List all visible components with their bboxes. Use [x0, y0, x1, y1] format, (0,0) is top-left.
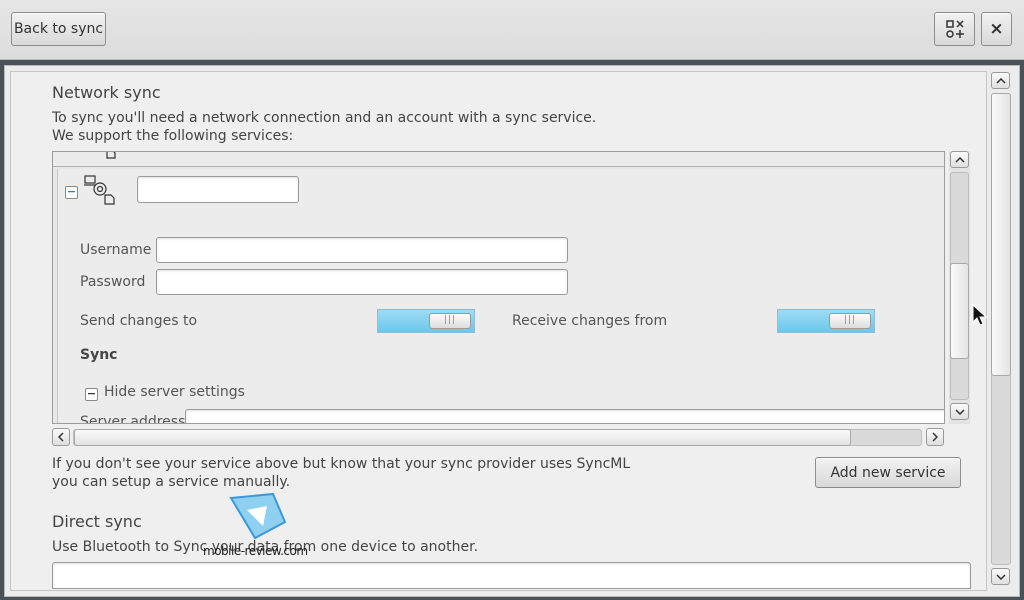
chevron-left-icon [58, 432, 64, 442]
scroll-left-button[interactable] [52, 428, 70, 446]
scroll-thumb[interactable] [950, 263, 969, 359]
server-address-label: Server address [80, 414, 186, 423]
service-row-previous[interactable] [53, 152, 944, 167]
password-label: Password [80, 274, 146, 290]
password-input[interactable] [156, 269, 568, 295]
network-sync-title: Network sync [52, 83, 161, 102]
scroll-up-button[interactable] [950, 151, 969, 168]
supported-services-text: We support the following services: [52, 128, 294, 144]
close-icon: × [989, 19, 1004, 39]
page-vscrollbar[interactable] [990, 72, 1012, 588]
scroll-down-button[interactable] [950, 403, 969, 420]
network-sync-description: To sync you'll need a network connection… [52, 110, 597, 126]
direct-sync-title: Direct sync [52, 512, 142, 531]
service-list-hscrollbar[interactable] [52, 427, 945, 448]
send-changes-toggle[interactable]: ||| [377, 309, 475, 333]
page-scroll-thumb[interactable] [991, 93, 1011, 376]
scroll-right-button[interactable] [926, 428, 944, 446]
chevron-down-icon [995, 573, 1006, 580]
back-to-sync-button[interactable]: Back to sync [11, 12, 106, 46]
apps-grid-icon [945, 20, 964, 38]
username-label: Username [80, 242, 152, 258]
chevron-up-icon [995, 77, 1006, 84]
chevron-right-icon [932, 432, 938, 442]
toggle-knob: ||| [429, 313, 471, 329]
page-scroll-up-button[interactable] [991, 72, 1010, 89]
apps-button[interactable] [934, 12, 975, 46]
watermark-logo-icon [229, 492, 287, 540]
chevron-down-icon [954, 408, 965, 415]
sync-service-icon [84, 175, 115, 205]
manual-setup-text-line1: If you don't see your service above but … [52, 456, 631, 472]
direct-sync-device-list[interactable] [52, 562, 971, 589]
username-input[interactable] [156, 237, 568, 263]
service-name-input[interactable] [137, 176, 299, 203]
receive-changes-toggle[interactable]: ||| [777, 309, 875, 333]
chevron-up-icon [954, 156, 965, 163]
collapse-service-toggle[interactable]: − [65, 186, 78, 199]
add-new-service-button[interactable]: Add new service [815, 457, 961, 488]
sync-service-icon [106, 152, 116, 159]
watermark: mobile-review.com [203, 490, 313, 560]
receive-changes-label: Receive changes from [512, 313, 668, 329]
hide-server-settings-toggle[interactable]: − [85, 388, 98, 401]
watermark-text: mobile-review.com [203, 544, 308, 558]
mouse-cursor-icon [972, 304, 988, 326]
sync-heading: Sync [80, 347, 118, 363]
hscroll-thumb[interactable] [74, 429, 851, 446]
hide-server-settings-label[interactable]: Hide server settings [104, 384, 245, 400]
service-list-vscrollbar[interactable] [949, 151, 970, 424]
close-button[interactable]: × [981, 12, 1012, 46]
top-toolbar: Back to sync × [0, 0, 1024, 60]
manual-setup-text-line2: you can setup a service manually. [52, 474, 291, 490]
toggle-knob: ||| [829, 313, 871, 329]
page-scroll-down-button[interactable] [991, 568, 1010, 585]
server-address-input[interactable] [185, 409, 944, 423]
send-changes-label: Send changes to [80, 313, 198, 329]
server-address-row: Server address [53, 409, 944, 423]
